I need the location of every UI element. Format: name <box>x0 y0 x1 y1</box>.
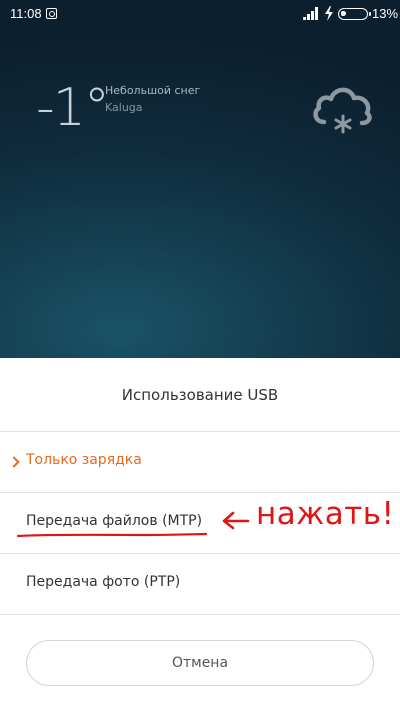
annotation-underline <box>16 532 208 538</box>
status-bar: 11:08 13% <box>0 0 400 28</box>
wallpaper <box>0 0 400 358</box>
weather-city: Kaluga <box>105 101 143 114</box>
option-photo-transfer-ptp[interactable]: Передача фото (PTP) <box>0 554 400 614</box>
dialog-title: Использование USB <box>121 386 279 404</box>
battery-icon <box>338 8 371 20</box>
option-label: Передача файлов (MTP) <box>26 513 203 529</box>
signal-icon <box>303 7 318 20</box>
divider <box>0 614 400 615</box>
cancel-button[interactable]: Отмена <box>26 640 374 686</box>
charging-icon <box>325 6 333 21</box>
battery-fill <box>341 11 345 16</box>
weather-temperature[interactable]: -1° <box>36 78 110 138</box>
snow-cloud-icon <box>313 87 372 134</box>
option-charge-only[interactable]: Только зарядка <box>0 432 400 492</box>
arrow-left-icon <box>222 511 250 530</box>
chevron-right-icon <box>8 456 20 468</box>
status-time: 11:08 <box>10 6 42 21</box>
battery-percent: 13% <box>372 6 399 21</box>
annotation-text: нажать! <box>256 496 395 532</box>
option-label: Передача фото (PTP) <box>26 574 181 590</box>
weather-condition: Небольшой снег <box>105 84 201 97</box>
notification-icon <box>46 8 57 19</box>
option-label: Только зарядка <box>26 452 142 468</box>
